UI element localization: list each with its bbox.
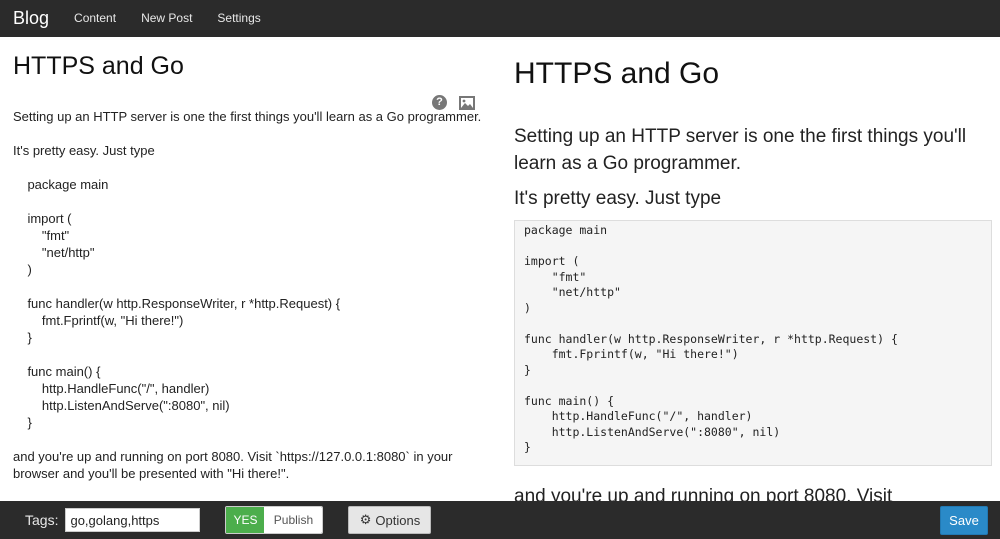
save-button[interactable]: Save [940,506,988,535]
top-navbar: Blog Content New Post Settings [0,0,1000,37]
brand-logo[interactable]: Blog [13,0,49,37]
preview-code-block: package main import ( "fmt" "net/http" )… [514,220,992,466]
tags-input[interactable] [65,508,201,532]
editor-code-block: package main import ( "fmt" "net/http" )… [27,177,341,430]
preview-content: Setting up an HTTP server is one the fir… [514,123,992,501]
editor-paragraph: It's pretty easy. Just type [13,143,155,158]
markdown-editor[interactable]: HTTPS and Go ? Setting up an HTTP server… [0,37,490,501]
publish-yes-option[interactable]: YES [226,507,265,533]
preview-title: HTTPS and Go [514,57,720,90]
nav-link-new-post[interactable]: New Post [141,0,192,37]
publish-label-option[interactable]: Publish [264,507,323,533]
tags-label: Tags: [25,512,59,528]
editor-title-input[interactable]: HTTPS and Go [13,52,184,81]
markdown-preview: HTTPS and Go Setting up an HTTP server i… [500,37,1000,501]
options-button[interactable]: ⚙ Options [348,506,432,534]
publish-toggle[interactable]: YES Publish [225,506,324,534]
preview-paragraph: and you're up and running on port 8080. … [514,486,893,501]
options-label: Options [375,512,421,528]
preview-paragraph: Setting up an HTTP server is one the fir… [514,126,967,174]
gear-icon: ⚙ [359,512,372,527]
editor-paragraph: Setting up an HTTP server is one the fir… [13,109,482,124]
nav-link-content[interactable]: Content [74,0,116,37]
preview-paragraph: It's pretty easy. Just type [514,188,722,209]
nav-link-settings[interactable]: Settings [217,0,260,37]
bottom-toolbar: Tags: YES Publish ⚙ Options Save [0,501,1000,539]
editor-paragraph: and you're up and running on port 8080. … [13,449,453,481]
editor-content[interactable]: Setting up an HTTP server is one the fir… [13,108,483,499]
